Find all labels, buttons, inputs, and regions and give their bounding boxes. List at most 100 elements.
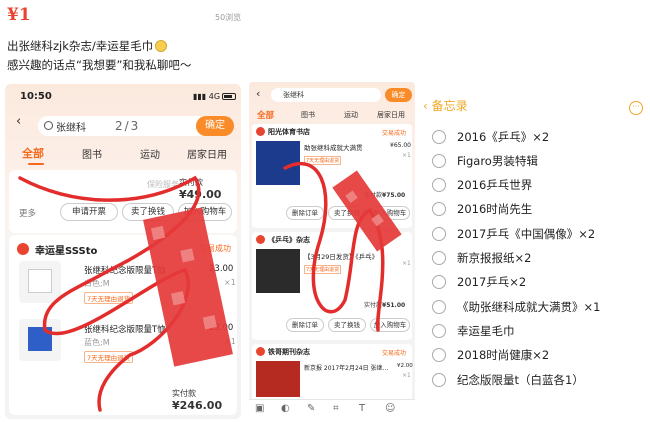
product-image[interactable] [19, 261, 61, 303]
resell-button[interactable]: 卖了换钱 [122, 203, 174, 221]
more-options-icon[interactable]: ··· [629, 101, 643, 115]
checkbox-icon[interactable] [432, 348, 446, 362]
checklist-text: 2016乒乓世界 [457, 178, 533, 192]
checklist-text: 纪念版限量t（白蓝各1） [457, 373, 584, 387]
product-title[interactable]: 张继科纪念版限量T恤 [84, 323, 166, 335]
paid-label: 实付款 [364, 302, 383, 309]
tab-books[interactable]: 图书 [301, 110, 315, 120]
checklist-text: 幸运星毛巾 [457, 324, 515, 338]
product-qty: ×1 [402, 372, 411, 379]
paid-amount: 实付款¥246.00 [172, 388, 237, 412]
checkbox-icon[interactable] [432, 275, 446, 289]
checklist-text: 2017乒乓《中国偶像》×2 [457, 227, 596, 241]
resell-button[interactable]: 卖了换钱 [328, 206, 366, 220]
text-icon[interactable]: T [359, 403, 365, 414]
paid-label: 实付款 [364, 192, 383, 199]
resell-button[interactable]: 卖了换钱 [328, 318, 366, 332]
product-image[interactable] [256, 361, 300, 397]
battery-icon [222, 93, 237, 100]
product-price: 23.00 [209, 264, 234, 274]
paid-label: 实付款 [172, 389, 196, 398]
search-query: 张继科 [283, 91, 304, 99]
tab-home[interactable]: 居家日用 [377, 110, 405, 120]
shop-icon [17, 243, 29, 255]
checkbox-icon[interactable] [432, 130, 446, 144]
image-icon[interactable]: ▣ [255, 403, 264, 414]
paid-value: ¥246.00 [172, 399, 223, 412]
add-to-cart-button[interactable]: 加入购物车 [178, 203, 232, 221]
tab-all[interactable]: 全部 [22, 145, 44, 161]
tab-all[interactable]: 全部 [257, 109, 274, 121]
product-title[interactable]: 张继科纪念版限量T恤 [84, 264, 166, 276]
checkbox-icon[interactable] [432, 300, 446, 314]
status-time: 10:50 [20, 91, 52, 102]
checklist-text: 2016时尚先生 [457, 202, 533, 216]
shop-name[interactable]: 幸运星SSSto [35, 242, 97, 257]
delete-order-button[interactable]: 删除订单 [286, 206, 324, 220]
post-text: 出张继科zjk杂志/幸运星毛巾 [7, 39, 154, 53]
add-to-cart-button[interactable]: 加入购物车 [370, 206, 410, 220]
product-variant: 蓝色;M [84, 338, 110, 347]
checkbox-icon[interactable] [432, 324, 446, 338]
invoice-button[interactable]: 申请开票 [60, 203, 118, 221]
delete-order-button[interactable]: 删除订单 [286, 318, 324, 332]
add-to-cart-button[interactable]: 加入购物车 [370, 318, 410, 332]
product-title[interactable]: 【3月29日发货】《乒乓》 [304, 251, 378, 261]
paid-value: ¥49.00 [179, 188, 222, 201]
blue-tshirt-icon [28, 327, 52, 351]
sticker-icon[interactable]: ☺ [385, 403, 395, 414]
product-qty: ×1 [224, 278, 236, 287]
checkbox-icon[interactable] [432, 227, 446, 241]
checkbox-icon[interactable] [432, 251, 446, 265]
paid-amount: 实付款¥75.00 [364, 190, 405, 199]
order-card: 阳光体育书店 交易成功 助张继科成就大满贯 ¥65.00 ×1 7天无理由退货 … [252, 124, 412, 228]
product-title[interactable]: 助张继科成就大满贯 [304, 142, 363, 152]
confirm-button[interactable]: 确定 [196, 116, 234, 136]
tab-books[interactable]: 图书 [82, 146, 102, 161]
checkbox-icon[interactable] [432, 202, 446, 216]
checklist-text: Figaro男装特辑 [457, 154, 538, 168]
shop-name[interactable]: 阳光体育书店 [268, 127, 310, 137]
checkbox-icon[interactable] [432, 154, 446, 168]
tab-home[interactable]: 居家日用 [187, 146, 227, 161]
tab-sports[interactable]: 运动 [344, 110, 358, 120]
product-qty: ×1 [402, 260, 411, 267]
service-label: 保险服务 [147, 180, 179, 189]
checklist-text: 2016《乒乓》×2 [457, 130, 550, 144]
shop-name[interactable]: 铁哥期刊杂志 [268, 347, 310, 357]
order-status: 交易成功 [382, 350, 407, 357]
paid-amount: 实付款¥51.00 [364, 300, 405, 309]
white-tshirt-icon [28, 269, 52, 293]
memo-back-button[interactable]: ‹ 备忘录 [423, 97, 468, 114]
palette-icon[interactable]: ◐ [281, 403, 290, 414]
match-counter: 2/3 [115, 119, 141, 133]
product-image[interactable] [256, 249, 300, 293]
tab-sports[interactable]: 运动 [140, 146, 160, 161]
paid-amount: 实付款¥49.00 [179, 177, 237, 201]
paid-value: ¥75.00 [382, 192, 406, 199]
product-qty: ×1 [224, 337, 236, 346]
checklist-text: 新京报报纸×2 [457, 251, 532, 265]
shop-name[interactable]: 《乒乓》杂志 [268, 235, 310, 245]
memo-title: 备忘录 [431, 99, 468, 113]
confirm-button[interactable]: 确定 [385, 88, 412, 102]
shop-icon [256, 127, 265, 136]
product-image[interactable] [256, 141, 300, 185]
product-image[interactable] [19, 319, 61, 361]
checkbox-icon[interactable] [432, 373, 446, 387]
checkbox-icon[interactable] [432, 178, 446, 192]
search-input[interactable]: 张继科 [271, 88, 381, 102]
paid-value: ¥51.00 [382, 302, 406, 309]
back-icon[interactable]: ‹ [256, 87, 260, 100]
search-query: 张继科 [56, 123, 86, 134]
paid-label: 实付款 [179, 178, 203, 187]
crop-icon[interactable]: ⌗ [333, 403, 339, 414]
search-icon [44, 121, 53, 130]
more-link[interactable]: 更多 [19, 207, 36, 219]
back-icon[interactable]: ‹ [16, 114, 21, 129]
edit-toolbar: ▣ ◐ ✎ ⌗ T ☺ [249, 399, 415, 419]
product-title[interactable]: 新京报 2017年2月24日 张继… [304, 363, 389, 372]
product-price: 23.00 [209, 323, 234, 333]
pen-icon[interactable]: ✎ [307, 403, 315, 414]
order-card: 铁哥期刊杂志 交易成功 新京报 2017年2月24日 张继… ¥2.00 ×1 [252, 344, 413, 402]
